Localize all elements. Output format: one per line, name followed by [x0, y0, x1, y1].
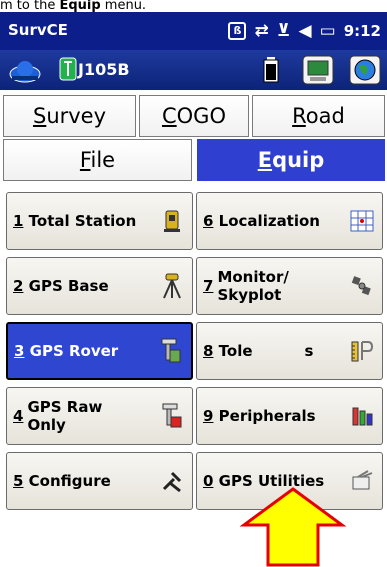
configure-button[interactable]: 5 Configure: [6, 452, 193, 510]
arrow-up-highlight: [240, 487, 346, 567]
app-title: SurvCE: [8, 21, 68, 39]
status-icons: ß ⇄ ⊻ ◀ ▭ 9:12: [228, 20, 381, 42]
tab-equip[interactable]: Equip: [197, 139, 385, 181]
toolbar: J105B: [0, 50, 387, 90]
globe-icon[interactable]: [349, 55, 381, 85]
gps-rover-button[interactable]: 3 GPS Rover: [6, 322, 193, 380]
configure-tools-icon: [160, 469, 184, 493]
tutorial-caption: m to the Equip menu.: [0, 0, 387, 12]
localization-label: 6 Localization: [203, 212, 320, 230]
gps-rover-icon: [159, 338, 183, 363]
gps-raw-receiver-icon: [160, 403, 184, 428]
gps-utilities-icon: [350, 469, 374, 493]
monitor-skyplot-button[interactable]: 7 Monitor/Skyplot: [196, 257, 383, 315]
localization-grid-icon: [350, 209, 374, 233]
tolerance-ruler-icon: [350, 339, 374, 363]
tolerances-label: 8 Tole s: [203, 342, 314, 360]
bluetooth-icon[interactable]: ß: [228, 22, 247, 40]
tab-road[interactable]: Road: [252, 95, 385, 137]
gps-rover-label: 3 GPS Rover: [14, 342, 119, 360]
sync-icon[interactable]: ⇄: [254, 21, 268, 41]
tab-cogo[interactable]: COGO: [139, 95, 249, 137]
tab-file[interactable]: File: [3, 139, 192, 181]
data-collector-icon[interactable]: [302, 55, 334, 85]
total-station-icon: [160, 209, 184, 233]
localization-button[interactable]: 6 Localization: [196, 192, 383, 250]
job-name[interactable]: J105B: [78, 60, 130, 79]
caption-text: m to the: [0, 0, 60, 12]
gps-raw-only-label: 4 GPS Raw Only: [13, 398, 103, 434]
equip-menu-grid: 1 Total Station 6 Localization 2 GPS Bas…: [0, 184, 387, 567]
tab-survey[interactable]: Survey: [3, 95, 136, 137]
gps-rover-status-icon[interactable]: [58, 56, 78, 84]
peripherals-icon: [350, 404, 374, 428]
caption-bold: Equip: [59, 0, 101, 12]
peripherals-button[interactable]: 9 Peripherals: [196, 387, 383, 445]
gps-base-label: 2 GPS Base: [13, 277, 109, 295]
total-station-button[interactable]: 1 Total Station: [6, 192, 193, 250]
gps-raw-only-button[interactable]: 4 GPS Raw Only: [6, 387, 193, 445]
tolerances-button[interactable]: 8 Tole s: [196, 322, 383, 380]
total-station-label: 1 Total Station: [13, 212, 137, 230]
monitor-skyplot-label: 7 Monitor/Skyplot: [203, 268, 289, 304]
connection-icon[interactable]: [8, 56, 42, 84]
caption-suffix: menu.: [100, 0, 147, 12]
signal-off-icon[interactable]: ⊻: [277, 21, 291, 41]
main-menu: Survey COGO Road File Equip: [0, 90, 387, 184]
configure-label: 5 Configure: [13, 472, 111, 490]
clock[interactable]: 9:12: [344, 22, 381, 40]
gps-base-tripod-icon: [160, 273, 184, 299]
satellite-icon: [350, 274, 374, 298]
gps-base-button[interactable]: 2 GPS Base: [6, 257, 193, 315]
peripherals-label: 9 Peripherals: [203, 407, 316, 425]
battery-icon[interactable]: [262, 56, 280, 84]
battery-status-icon[interactable]: ▭: [320, 21, 336, 41]
volume-icon[interactable]: ◀: [299, 21, 312, 41]
status-bar: SurvCE ß ⇄ ⊻ ◀ ▭ 9:12: [0, 12, 387, 50]
